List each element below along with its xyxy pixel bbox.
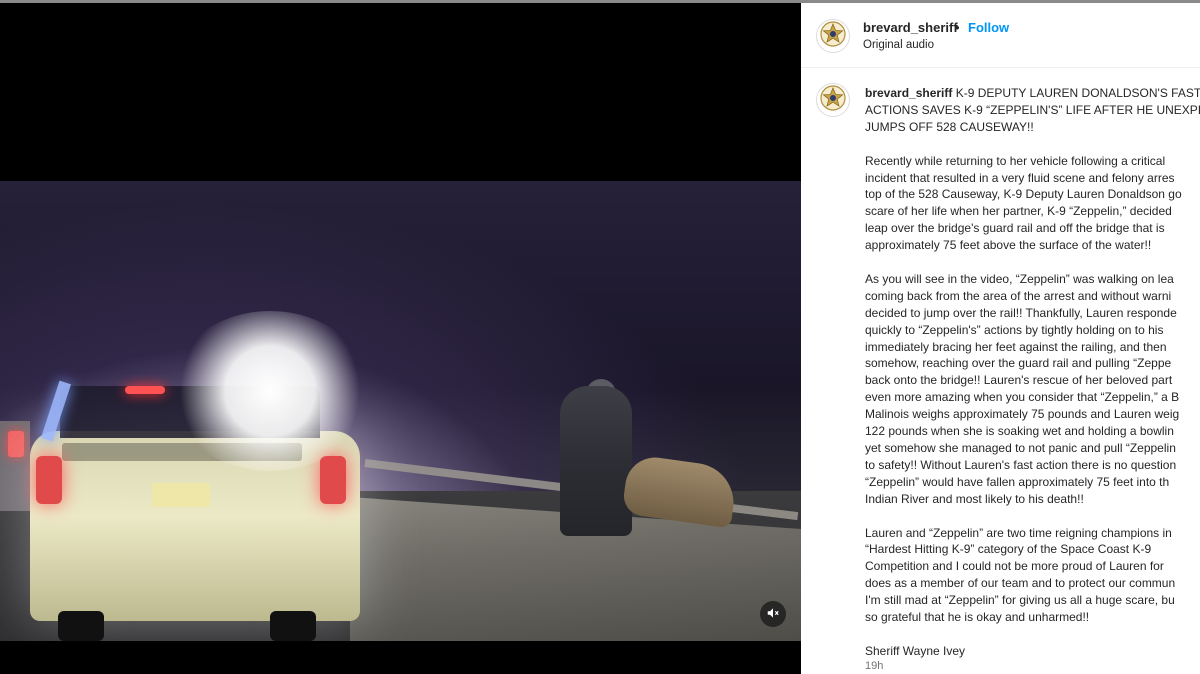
caption-line: yet somehow she managed to not panic and… bbox=[865, 441, 1176, 455]
caption-line: Competition and I could not be more prou… bbox=[865, 559, 1164, 574]
suv-tire-left bbox=[58, 611, 104, 641]
red-emergency-light bbox=[125, 386, 165, 394]
deputy-figure bbox=[560, 386, 632, 536]
post-details-panel: brevard_sheriff • Follow Original audio … bbox=[801, 3, 1200, 674]
caption-line: decided to jump over the rail!! Thankful… bbox=[865, 305, 1177, 320]
caption-paragraph-2: As you will see in the video, “Zeppelin”… bbox=[865, 271, 1200, 508]
sheriff-star-icon bbox=[819, 84, 847, 117]
caption-headline: brevard_sheriff K-9 DEPUTY LAUREN DONALD… bbox=[865, 85, 1200, 136]
caption-line: somehow, reaching over the guard rail an… bbox=[865, 356, 1172, 371]
caption-line: As you will see in the video, “Zeppelin”… bbox=[865, 271, 1174, 286]
headline-line: K-9 DEPUTY LAUREN DONALDSON'S FAST bbox=[955, 86, 1200, 100]
caption-line: so grateful that he is okay and unharmed… bbox=[865, 610, 1090, 625]
caption-line: Lauren and “Zeppelin” are two time reign… bbox=[865, 525, 1172, 540]
caption-line: Malinois weighs approximately 75 pounds … bbox=[865, 407, 1180, 422]
post-timestamp[interactable]: 19h bbox=[865, 660, 883, 672]
caption-line: approximately 75 feet above the surface … bbox=[865, 238, 1152, 253]
light-glare bbox=[170, 311, 370, 471]
caption-line: to safety!! Without Lauren's fast action… bbox=[865, 457, 1177, 472]
caption-line: leap over the bridge's guard rail and of… bbox=[865, 221, 1165, 236]
caption-line: “Zeppelin” would have fallen approximate… bbox=[865, 474, 1170, 489]
caption-line: “Hardest Hitting K-9” category of the Sp… bbox=[865, 542, 1152, 557]
suv-taillight-left bbox=[36, 456, 62, 504]
caption-line: top of the 528 Causeway, K-9 Deputy Laur… bbox=[865, 187, 1182, 202]
caption-line: does as a member of our team and to prot… bbox=[865, 576, 1176, 591]
mute-button[interactable] bbox=[760, 601, 786, 627]
caption-paragraph-1: Recently while returning to her vehicle … bbox=[865, 153, 1200, 254]
separator-dot: • bbox=[955, 20, 960, 35]
caption-line: Indian River and most likely to his deat… bbox=[865, 491, 1084, 506]
headline-line: JUMPS OFF 528 CAUSEWAY!! bbox=[865, 119, 1034, 134]
caption-line: even more amazing when you consider that… bbox=[865, 390, 1180, 405]
caption-line: immediately bracing her feet against the… bbox=[865, 339, 1167, 354]
video-player[interactable] bbox=[0, 3, 801, 674]
caption-line: back onto the bridge!! Lauren's rescue o… bbox=[865, 373, 1173, 388]
signature-line: Sheriff Wayne Ivey bbox=[865, 643, 966, 658]
post-header: brevard_sheriff • Follow Original audio bbox=[801, 3, 1200, 68]
caption-username[interactable]: brevard_sheriff bbox=[865, 86, 952, 100]
headline-line: ACTIONS SAVES K-9 “ZEPPELIN'S” LIFE AFTE… bbox=[865, 102, 1200, 117]
caption-line: scare of her life when her partner, K-9 … bbox=[865, 204, 1172, 219]
caption-line: incident that resulted in a very fluid s… bbox=[865, 170, 1175, 185]
caption-avatar[interactable] bbox=[816, 83, 850, 117]
audio-label[interactable]: Original audio bbox=[863, 39, 934, 51]
username-link[interactable]: brevard_sheriff bbox=[863, 20, 958, 35]
caption-paragraph-3: Lauren and “Zeppelin” are two time reign… bbox=[865, 525, 1200, 626]
caption-line: quickly to “Zeppelin's” actions by tight… bbox=[865, 322, 1164, 337]
sheriff-star-icon bbox=[819, 20, 847, 53]
caption-line: I'm still mad at “Zeppelin” for giving u… bbox=[865, 593, 1175, 608]
dashcam-video-frame[interactable] bbox=[0, 181, 801, 641]
caption-signature: Sheriff Wayne Ivey bbox=[865, 643, 1200, 660]
speaker-muted-icon bbox=[766, 606, 780, 623]
post-caption: brevard_sheriff K-9 DEPUTY LAUREN DONALD… bbox=[865, 85, 1200, 674]
caption-line: coming back from the area of the arrest … bbox=[865, 288, 1172, 303]
caption-line: Recently while returning to her vehicle … bbox=[865, 153, 1166, 168]
left-vehicle-light bbox=[8, 431, 24, 457]
caption-line: 122 pounds when she is soaking wet and h… bbox=[865, 424, 1174, 439]
suv-taillight-right bbox=[320, 456, 346, 504]
follow-button[interactable]: Follow bbox=[968, 20, 1009, 35]
license-plate bbox=[152, 483, 210, 507]
suv-tire-right bbox=[270, 611, 316, 641]
avatar[interactable] bbox=[816, 19, 850, 53]
